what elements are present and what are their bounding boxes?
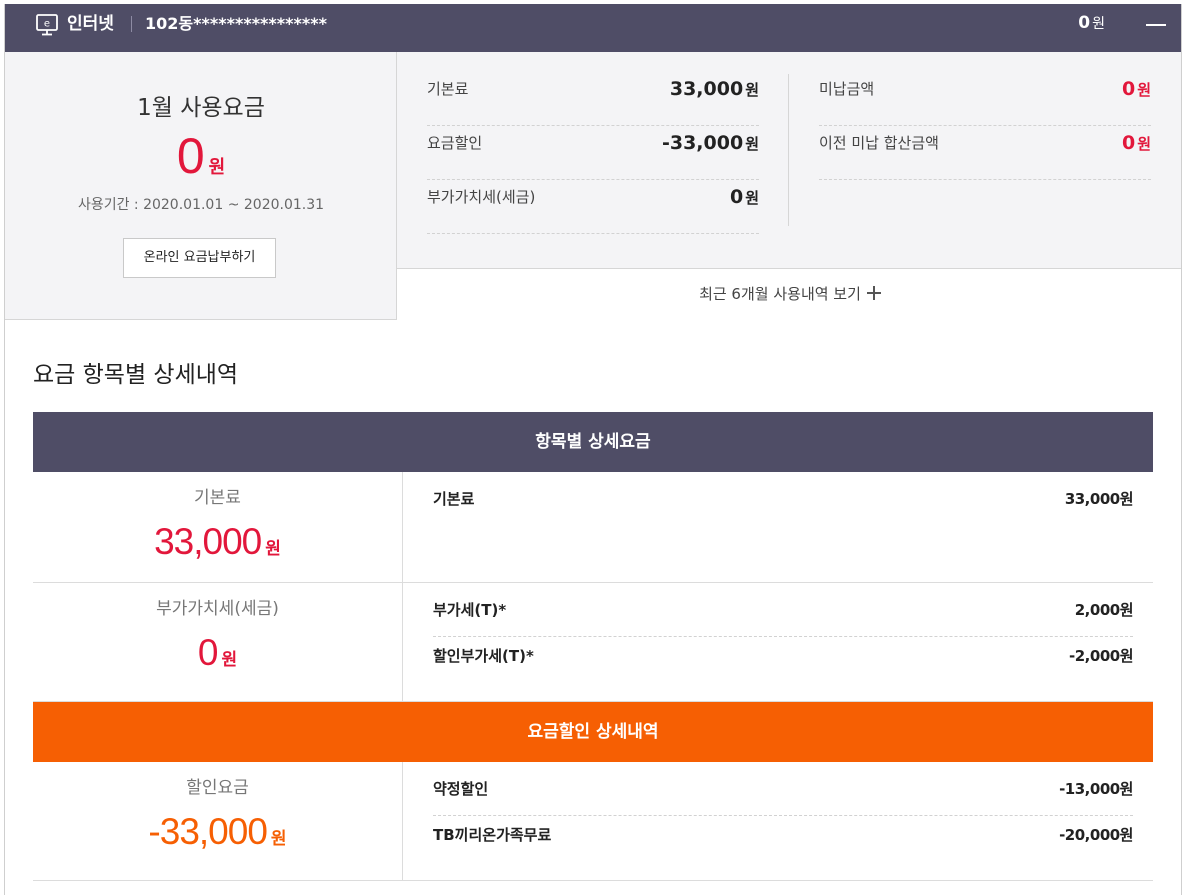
detail-item-label: TB끼리온가족무료 bbox=[433, 826, 552, 844]
unpaid-row: 미납금액 0원 bbox=[819, 72, 1151, 126]
charge-list: 기본료 33,000 원 요금할인 -33,000 원 부가가치세(세금) 0원 bbox=[427, 72, 759, 234]
detail-amount: 0원 bbox=[197, 632, 238, 673]
detail-item-label: 약정할인 bbox=[433, 780, 489, 798]
detail-item-value: 33,000원 bbox=[1064, 490, 1134, 508]
bill-panel: e 인터넷 102동**************** 0원 1월 사용요금 0원… bbox=[4, 4, 1182, 895]
charge-label: 기본료 bbox=[427, 80, 469, 98]
header-amount-unit: 원 bbox=[1092, 16, 1105, 32]
unpaid-label: 이전 미납 합산금액 bbox=[819, 134, 939, 152]
header-amount: 0원 bbox=[1078, 12, 1105, 35]
detail-item-row: TB끼리온가족무료 -20,000원 bbox=[433, 815, 1133, 860]
detail-caption: 기본료 bbox=[194, 488, 241, 508]
recent-usage-link[interactable]: 최근 6개월 사용내역 보기 bbox=[397, 268, 1181, 320]
usage-period: 사용기간 : 2020.01.01 ~ 2020.01.31 bbox=[77, 197, 325, 213]
header-amount-value: 0 bbox=[1078, 13, 1091, 33]
minus-icon bbox=[1146, 24, 1166, 26]
monthly-total-panel: 1월 사용요금 0원 사용기간 : 2020.01.01 ~ 2020.01.3… bbox=[5, 52, 397, 320]
bill-summary: 1월 사용요금 0원 사용기간 : 2020.01.01 ~ 2020.01.3… bbox=[5, 52, 1181, 320]
charge-label: 부가가치세(세금) bbox=[427, 188, 536, 206]
detail-block-summary: 할인요금 -33,000 원 bbox=[33, 762, 403, 880]
charge-breakdown-panel: 기본료 33,000 원 요금할인 -33,000 원 부가가치세(세금) 0원 미… bbox=[397, 52, 1181, 320]
monitor-icon: e bbox=[36, 14, 58, 36]
discount-details-header: 요금할인 상세내역 bbox=[33, 702, 1153, 762]
month-title: 1월 사용요금 bbox=[137, 95, 265, 121]
service-name: 인터넷 bbox=[67, 14, 114, 34]
unpaid-value: 0원 bbox=[1121, 132, 1151, 154]
detail-item-label: 기본료 bbox=[433, 490, 475, 508]
monthly-total: 0원 bbox=[5, 128, 397, 184]
monthly-total-value: 0 bbox=[176, 128, 205, 184]
detail-item-label: 부가세(T)* bbox=[433, 601, 507, 619]
plus-icon bbox=[866, 286, 881, 300]
service-address: 102동**************** bbox=[145, 14, 327, 33]
detail-caption: 할인요금 bbox=[186, 778, 249, 798]
detail-item-list: 부가세(T)* 2,000원 할인부가세(T)* -2,000원 bbox=[433, 583, 1134, 681]
detail-item-row: 할인부가세(T)* -2,000원 bbox=[433, 636, 1133, 681]
charge-value: -33,000 원 bbox=[661, 132, 759, 154]
detail-item-list: 기본료 33,000원 bbox=[433, 472, 1134, 525]
charge-label: 요금할인 bbox=[427, 134, 483, 152]
detail-item-value: -2,000원 bbox=[1069, 647, 1133, 665]
unpaid-value: 0원 bbox=[1121, 78, 1151, 100]
charge-value: 0원 bbox=[729, 186, 759, 208]
charge-row: 부가가치세(세금) 0원 bbox=[427, 180, 759, 234]
detail-table: 항목별 상세요금 기본료 33,000 원 기본료 33,000원 부가가치세(세금… bbox=[33, 412, 1153, 881]
charge-row: 기본료 33,000 원 bbox=[427, 72, 759, 126]
detail-item-row: 기본료 33,000원 bbox=[433, 480, 1134, 525]
header-divider bbox=[131, 16, 132, 32]
monthly-total-unit: 원 bbox=[208, 157, 226, 178]
collapse-button[interactable] bbox=[1143, 14, 1169, 34]
section-title: 요금 항목별 상세내역 bbox=[33, 362, 239, 388]
detail-item-value: -13,000원 bbox=[1059, 780, 1133, 798]
charge-row: 요금할인 -33,000 원 bbox=[427, 126, 759, 180]
unpaid-label: 미납금액 bbox=[819, 80, 875, 98]
detail-block-vat: 부가가치세(세금) 0원 부가세(T)* 2,000원 할인부가세(T)* -2,0… bbox=[33, 583, 1153, 702]
detail-block-summary: 기본료 33,000 원 bbox=[33, 472, 403, 582]
recent-usage-label: 최근 6개월 사용내역 보기 bbox=[699, 285, 861, 303]
detail-item-label: 할인부가세(T)* bbox=[433, 647, 534, 665]
detail-item-value: 2,000원 bbox=[1074, 601, 1134, 619]
detail-item-value: -20,000원 bbox=[1059, 826, 1133, 844]
online-payment-button[interactable]: 온라인 요금납부하기 bbox=[123, 238, 276, 278]
column-divider bbox=[788, 74, 789, 226]
detail-amount: 33,000 원 bbox=[154, 521, 281, 562]
detail-block-discount: 할인요금 -33,000 원 약정할인 -13,000원 TB끼리온가족무료 -20,… bbox=[33, 762, 1153, 881]
detail-item-list: 약정할인 -13,000원 TB끼리온가족무료 -20,000원 bbox=[433, 762, 1133, 860]
detail-caption: 부가가치세(세금) bbox=[156, 599, 279, 619]
detail-amount: -33,000 원 bbox=[148, 811, 287, 852]
detail-block-basic: 기본료 33,000 원 기본료 33,000원 bbox=[33, 472, 1153, 583]
unpaid-list: 미납금액 0원 이전 미납 합산금액 0원 bbox=[819, 72, 1151, 180]
service-header: e 인터넷 102동**************** 0원 bbox=[5, 4, 1181, 52]
detail-item-row: 부가세(T)* 2,000원 bbox=[433, 591, 1134, 636]
item-charges-header: 항목별 상세요금 bbox=[33, 412, 1153, 472]
monitor-icon-letter: e bbox=[44, 19, 50, 30]
charge-value: 33,000 원 bbox=[669, 78, 759, 100]
detail-item-row: 약정할인 -13,000원 bbox=[433, 770, 1133, 815]
detail-block-summary: 부가가치세(세금) 0원 bbox=[33, 583, 403, 701]
unpaid-row: 이전 미납 합산금액 0원 bbox=[819, 126, 1151, 180]
